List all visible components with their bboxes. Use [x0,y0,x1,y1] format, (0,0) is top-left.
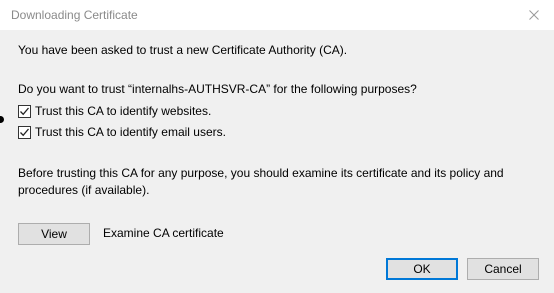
ok-button[interactable]: OK [386,258,458,280]
title-bar: Downloading Certificate [0,0,554,30]
download-certificate-dialog: Downloading Certificate You have been as… [0,0,554,293]
close-button[interactable] [514,0,554,30]
view-description: Examine CA certificate [103,226,224,240]
cancel-button[interactable]: Cancel [467,258,539,280]
close-icon [529,10,539,20]
option-label-websites: Trust this CA to identify websites. [35,104,212,118]
option-identify-email[interactable]: Trust this CA to identify email users. [18,125,226,139]
option-identify-websites[interactable]: Trust this CA to identify websites. [18,104,211,118]
view-certificate-button[interactable]: View [18,223,90,245]
advice-text: Before trusting this CA for any purpose,… [18,166,504,197]
checkmark-icon [20,128,29,136]
trust-question: Do you want to trust “internalhs-AUTHSVR… [18,82,417,96]
dialog-title: Downloading Certificate [11,8,138,22]
checkbox-identify-websites[interactable] [18,104,31,118]
checkbox-identify-email[interactable] [18,125,31,139]
option-label-email: Trust this CA to identify email users. [35,125,226,139]
intro-text: You have been asked to trust a new Certi… [18,43,348,57]
dialog-content: You have been asked to trust a new Certi… [0,30,554,293]
checkmark-icon [20,107,29,115]
